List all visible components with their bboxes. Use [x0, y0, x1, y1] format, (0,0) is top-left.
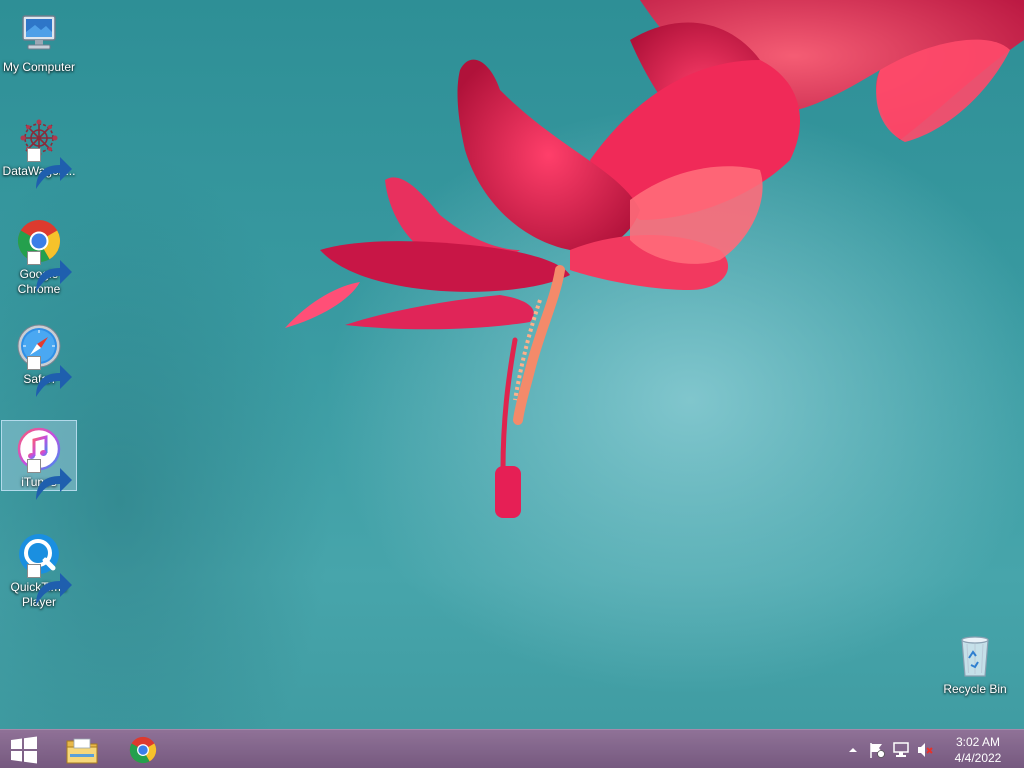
clock[interactable]: 3:02 AM 4/4/2022	[942, 734, 1014, 766]
clock-time: 3:02 AM	[955, 734, 1001, 749]
desktop: My Computer DataWagon... Google Chrome S…	[0, 0, 1024, 768]
taskbar: 3:02 AM 4/4/2022	[0, 729, 1024, 768]
file-explorer-icon	[66, 738, 98, 763]
desktop-icon-label: Recycle Bin	[943, 682, 1007, 696]
shortcut-arrow-icon	[27, 251, 72, 292]
start-button[interactable]	[0, 730, 48, 768]
show-hidden-icons-button[interactable]	[842, 739, 864, 761]
network-button[interactable]	[890, 739, 912, 761]
shortcut-arrow-icon	[27, 148, 72, 189]
clock-date: 4/4/2022	[954, 750, 1002, 765]
system-tray: 3:02 AM 4/4/2022	[840, 730, 1024, 768]
action-center-button[interactable]	[866, 739, 888, 761]
desktop-icon-itunes[interactable]: iTunes	[1, 420, 77, 500]
taskbar-chrome-button[interactable]	[115, 730, 171, 768]
recycle-bin-icon	[961, 636, 989, 677]
show-hidden-icons-arrow-icon	[849, 747, 857, 752]
network-icon	[893, 741, 909, 757]
desktop-icon-recycle-bin[interactable]: Recycle Bin	[938, 628, 1012, 697]
desktop-icon-safari[interactable]: Safari	[2, 318, 76, 397]
shortcut-arrow-icon	[27, 459, 72, 500]
taskbar-file-explorer-button[interactable]	[54, 730, 110, 768]
chrome-icon	[129, 736, 157, 763]
desktop-icon-label: My Computer	[2, 60, 76, 74]
windows-start-icon	[11, 736, 37, 763]
desktop-icon-datawagon[interactable]: DataWagon...	[2, 110, 76, 189]
computer-icon	[22, 15, 56, 50]
shortcut-arrow-icon	[27, 356, 72, 397]
wallpaper-flower-image	[285, 0, 1024, 518]
desktop-icon-my-computer[interactable]: My Computer	[2, 6, 76, 75]
shortcut-arrow-icon	[27, 564, 72, 605]
volume-muted-icon	[918, 742, 933, 757]
volume-button[interactable]	[914, 739, 936, 761]
desktop-icon-quicktime-player[interactable]: QuickTime Player	[2, 526, 76, 610]
action-center-flag-icon	[870, 742, 885, 758]
desktop-icon-google-chrome[interactable]: Google Chrome	[2, 213, 76, 297]
